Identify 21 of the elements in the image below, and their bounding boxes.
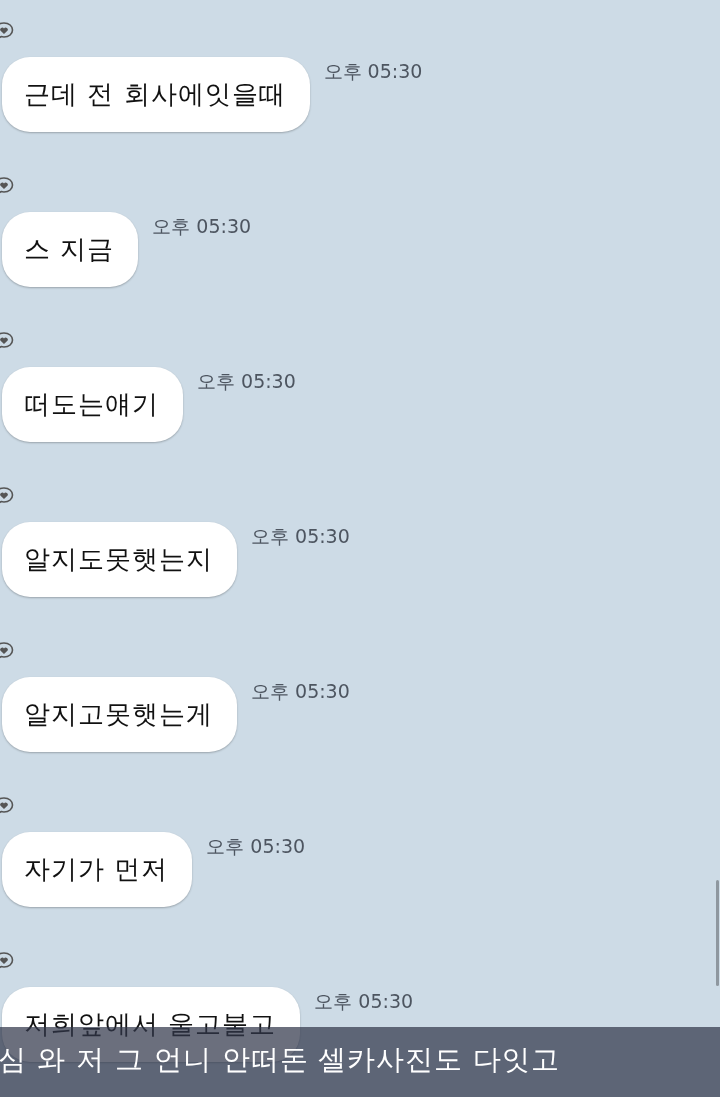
message-time: 오후 05:30: [323, 59, 423, 84]
scrollbar[interactable]: [716, 880, 719, 986]
message-time: 오후 05:30: [197, 369, 296, 394]
message-bubble: 알지고못햇는게: [2, 677, 237, 752]
heart-bubble-icon: [0, 796, 14, 816]
heart-bubble-icon: [0, 951, 14, 971]
heart-bubble-icon: [0, 486, 14, 506]
message-bubble: 자기가 먼저: [2, 832, 193, 907]
heart-bubble-icon: [0, 641, 14, 661]
heart-bubble-icon: [0, 331, 14, 351]
message-bubble: 알지도못햇는지: [2, 522, 237, 597]
message-bubble: 떠도는얘기: [2, 367, 183, 442]
message-bubble: 스 지금: [2, 212, 139, 287]
message-time: 오후 05:30: [152, 214, 252, 239]
message-time: 오후 05:30: [251, 524, 350, 549]
message-time: 오후 05:30: [251, 679, 350, 704]
message-bubble: 근데 전 회사에잇을때: [2, 57, 310, 132]
heart-bubble-icon: [0, 21, 14, 41]
heart-bubble-icon: [0, 176, 14, 196]
message-time: 오후 05:30: [206, 834, 306, 859]
message-time: 오후 05:30: [314, 989, 414, 1014]
